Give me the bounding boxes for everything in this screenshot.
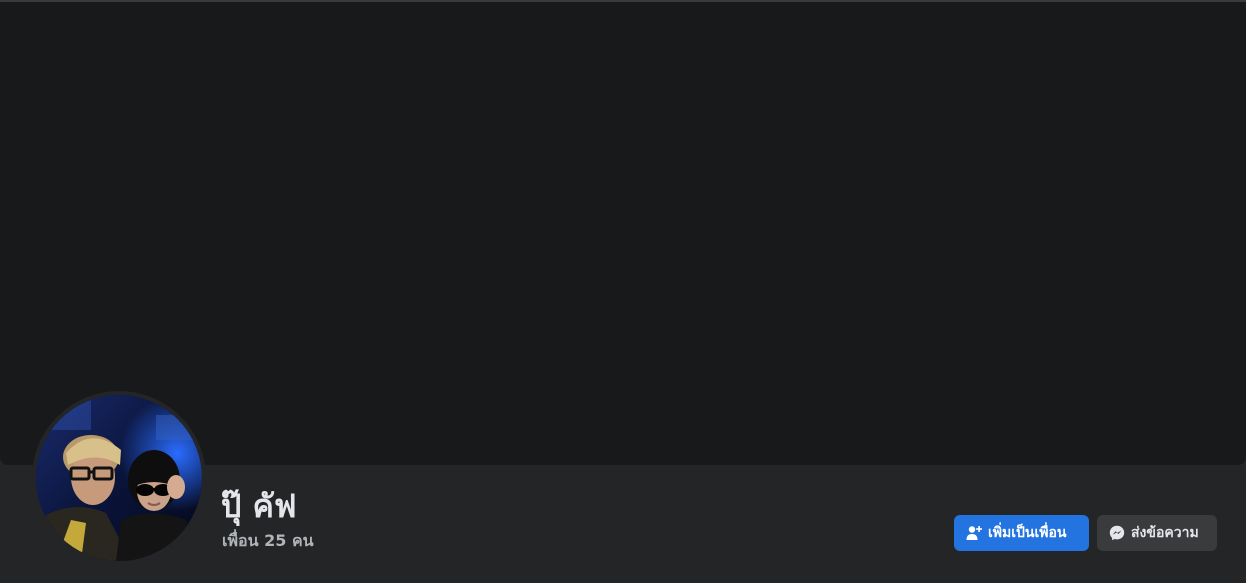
add-friend-button[interactable]: เพิ่มเป็นเพื่อน: [954, 515, 1089, 551]
add-friend-label: เพิ่มเป็นเพื่อน: [988, 525, 1067, 541]
send-message-label: ส่งข้อความ: [1131, 525, 1199, 541]
profile-photo-icon: [36, 395, 202, 561]
send-message-button[interactable]: ส่งข้อความ: [1097, 515, 1217, 551]
add-friend-icon: [966, 525, 982, 541]
profile-name: ปุ๊ คัฟ: [221, 487, 297, 525]
profile-picture[interactable]: [36, 395, 202, 561]
cover-photo-area[interactable]: [0, 2, 1246, 465]
friends-count-link[interactable]: เพื่อน 25 คน: [222, 530, 314, 552]
messenger-icon: [1109, 525, 1125, 541]
